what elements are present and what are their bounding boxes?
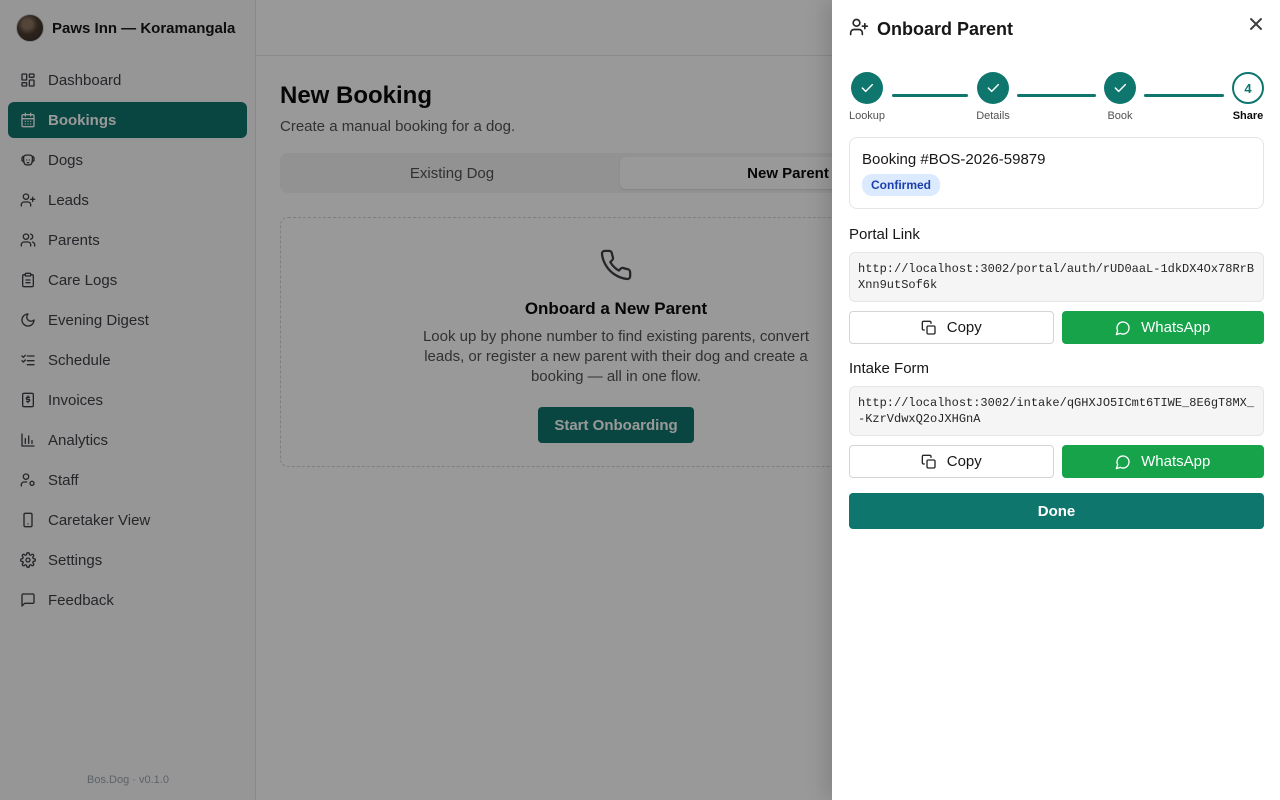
- whatsapp-intake-link-button[interactable]: WhatsApp: [1061, 445, 1264, 478]
- portal-link-actions: Copy WhatsApp: [849, 311, 1264, 344]
- step-connector: [1017, 94, 1096, 97]
- onboarding-stepper: Lookup Details Book 4 Share: [849, 72, 1264, 124]
- copy-label: Copy: [946, 453, 982, 470]
- drawer-title: Onboard Parent: [877, 19, 1014, 39]
- drawer-header: Onboard Parent: [849, 17, 1013, 42]
- done-button[interactable]: Done: [849, 493, 1264, 529]
- step-label: Lookup: [848, 110, 886, 122]
- step-connector: [1144, 94, 1224, 97]
- message-circle-icon: [1115, 320, 1130, 335]
- step-share[interactable]: 4 Share: [1218, 72, 1278, 122]
- portal-link-field[interactable]: http://localhost:3002/portal/auth/rUD0aa…: [849, 252, 1264, 302]
- onboard-parent-drawer: Onboard Parent Lookup Details Book 4 Sha…: [832, 0, 1280, 800]
- user-plus-icon: [849, 17, 869, 42]
- copy-icon: [921, 320, 936, 335]
- check-icon: [851, 72, 883, 104]
- intake-form-link-field[interactable]: http://localhost:3002/intake/qGHXJO5ICmt…: [849, 386, 1264, 436]
- intake-form-actions: Copy WhatsApp: [849, 445, 1264, 478]
- booking-id: Booking #BOS-2026-59879: [862, 151, 1046, 168]
- message-circle-icon: [1115, 454, 1130, 469]
- status-badge: Confirmed: [862, 174, 940, 196]
- whatsapp-label: WhatsApp: [1141, 319, 1211, 336]
- step-label: Details: [976, 110, 1010, 122]
- booking-summary-card: Booking #BOS-2026-59879 Confirmed: [849, 137, 1264, 209]
- portal-link-label: Portal Link: [849, 226, 920, 243]
- copy-portal-link-button[interactable]: Copy: [849, 311, 1054, 344]
- step-lookup[interactable]: Lookup: [837, 72, 897, 122]
- whatsapp-label: WhatsApp: [1141, 453, 1211, 470]
- copy-label: Copy: [946, 319, 982, 336]
- check-icon: [1104, 72, 1136, 104]
- check-icon: [977, 72, 1009, 104]
- step-label: Book: [1107, 110, 1133, 122]
- copy-intake-link-button[interactable]: Copy: [849, 445, 1054, 478]
- copy-icon: [921, 454, 936, 469]
- step-details[interactable]: Details: [963, 72, 1023, 122]
- whatsapp-portal-link-button[interactable]: WhatsApp: [1061, 311, 1264, 344]
- intake-form-label: Intake Form: [849, 360, 930, 377]
- step-number: 4: [1232, 72, 1264, 104]
- close-icon: [1250, 18, 1262, 30]
- step-book[interactable]: Book: [1090, 72, 1150, 122]
- step-label: Share: [1232, 110, 1264, 122]
- close-button[interactable]: [1248, 16, 1264, 32]
- step-connector: [892, 94, 968, 97]
